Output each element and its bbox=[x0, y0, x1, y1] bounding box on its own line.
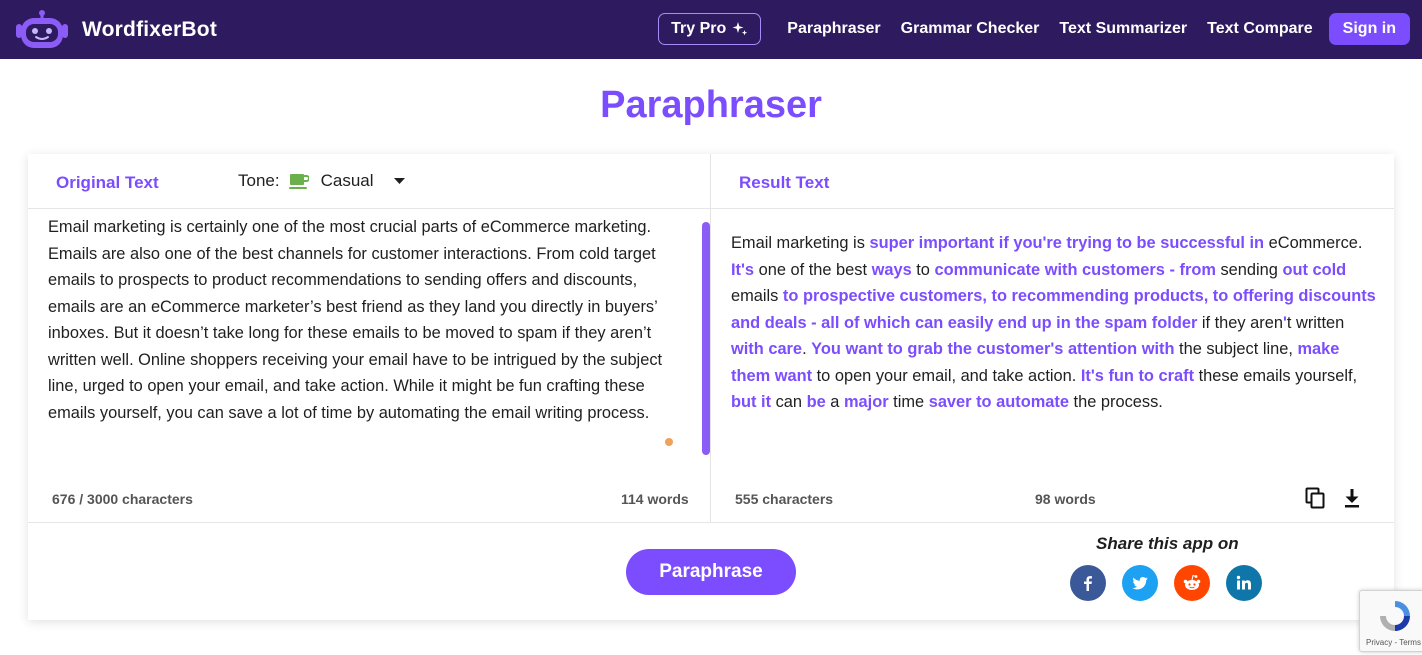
download-button[interactable] bbox=[1341, 487, 1363, 509]
result-char-count: 555 characters bbox=[735, 491, 834, 507]
original-word-count: 114 words bbox=[621, 491, 689, 507]
unchanged-phrase: if they aren bbox=[1197, 313, 1283, 332]
unchanged-phrase: emails bbox=[731, 287, 783, 305]
changed-phrase[interactable]: You want to grab the customer's attentio… bbox=[811, 340, 1174, 358]
try-pro-label: Try Pro bbox=[671, 20, 727, 37]
share-title: Share this app on bbox=[1096, 534, 1239, 553]
facebook-share-button[interactable] bbox=[1070, 565, 1106, 601]
sign-in-button[interactable]: Sign in bbox=[1328, 13, 1410, 45]
unchanged-phrase: can bbox=[771, 393, 807, 411]
result-text-output: Email marketing is super important if yo… bbox=[731, 230, 1381, 416]
tone-dropdown[interactable]: Tone: Casual bbox=[238, 171, 405, 191]
caret-down-icon bbox=[393, 178, 405, 184]
copy-button[interactable] bbox=[1304, 487, 1326, 509]
facebook-icon bbox=[1084, 576, 1092, 591]
changed-phrase[interactable]: out cold bbox=[1282, 261, 1346, 279]
linkedin-icon bbox=[1236, 575, 1251, 590]
recaptcha-links[interactable]: Privacy - Terms bbox=[1366, 638, 1421, 647]
brand-name: WordfixerBot bbox=[82, 17, 218, 41]
changed-phrase[interactable]: ways bbox=[872, 261, 912, 279]
robot-logo-icon bbox=[14, 7, 70, 52]
recaptcha-icon bbox=[1380, 601, 1410, 631]
page-title: Paraphraser bbox=[600, 84, 822, 126]
changed-phrase[interactable]: with care bbox=[731, 340, 802, 358]
nav-link-text-compare[interactable]: Text Compare bbox=[1207, 20, 1313, 38]
unchanged-phrase: the process. bbox=[1068, 393, 1163, 411]
linkedin-share-button[interactable] bbox=[1226, 565, 1262, 601]
unchanged-phrase: Email marketing is bbox=[731, 234, 870, 252]
changed-phrase[interactable]: be bbox=[807, 393, 826, 411]
original-char-count: 676 / 3000 characters bbox=[52, 491, 193, 507]
unchanged-phrase: sending bbox=[1215, 260, 1283, 279]
unchanged-phrase: t written bbox=[1286, 313, 1345, 332]
unchanged-phrase: . bbox=[802, 340, 812, 358]
reddit-icon bbox=[1183, 574, 1201, 590]
text-scrollbar[interactable] bbox=[702, 222, 710, 455]
sparkle-icon bbox=[732, 22, 748, 36]
changed-phrase[interactable]: communicate with customers - from bbox=[934, 261, 1215, 279]
twitter-share-button[interactable] bbox=[1122, 565, 1158, 601]
unchanged-phrase: to bbox=[911, 260, 935, 279]
recaptcha-badge[interactable]: Privacy - Terms bbox=[1359, 590, 1422, 652]
unchanged-phrase: these emails yourself, bbox=[1194, 366, 1358, 385]
original-text-input[interactable]: Email marketing is certainly one of the … bbox=[48, 214, 688, 426]
status-dot bbox=[665, 438, 673, 446]
column-divider bbox=[710, 154, 711, 522]
unchanged-phrase: one of the best bbox=[754, 260, 872, 279]
reddit-share-button[interactable] bbox=[1174, 565, 1210, 601]
footer-divider bbox=[28, 522, 1394, 523]
unchanged-phrase: time bbox=[888, 393, 929, 411]
changed-phrase[interactable]: major bbox=[844, 393, 889, 411]
nav-link-paraphraser[interactable]: Paraphraser bbox=[787, 20, 880, 38]
unchanged-phrase: a bbox=[825, 393, 844, 411]
result-text-tab: Result Text bbox=[739, 173, 830, 192]
copy-icon bbox=[1305, 487, 1325, 509]
tone-label: Tone: bbox=[238, 171, 280, 190]
try-pro-button[interactable]: Try Pro bbox=[658, 13, 762, 45]
nav-link-text-summarizer[interactable]: Text Summarizer bbox=[1059, 20, 1187, 38]
paraphraser-card: Original Text Tone: Casual Result Text E… bbox=[28, 154, 1394, 620]
changed-phrase[interactable]: saver to automate bbox=[929, 393, 1069, 411]
coffee-cup-icon bbox=[288, 174, 309, 189]
top-navbar: WordfixerBot Try Pro Paraphraser Grammar… bbox=[0, 0, 1422, 59]
paraphrase-button[interactable]: Paraphrase bbox=[626, 549, 796, 595]
header-divider bbox=[28, 208, 1394, 209]
unchanged-phrase: eCommerce. bbox=[1264, 234, 1363, 252]
changed-phrase[interactable]: It's bbox=[731, 261, 754, 279]
changed-phrase[interactable]: but it bbox=[731, 393, 771, 411]
nav-menu: Try Pro Paraphraser Grammar Checker Text… bbox=[658, 13, 1410, 45]
brand-link[interactable]: WordfixerBot bbox=[14, 7, 217, 52]
download-icon bbox=[1345, 489, 1359, 508]
unchanged-phrase: to open your email, and take action. bbox=[812, 366, 1081, 385]
tone-value: Casual bbox=[320, 171, 374, 190]
unchanged-phrase: the subject line, bbox=[1174, 340, 1298, 358]
original-text-tab[interactable]: Original Text bbox=[56, 173, 159, 193]
twitter-icon bbox=[1132, 576, 1148, 590]
nav-link-grammar-checker[interactable]: Grammar Checker bbox=[901, 20, 1040, 38]
changed-phrase[interactable]: It's fun to craft bbox=[1081, 367, 1194, 385]
result-word-count: 98 words bbox=[1035, 491, 1096, 507]
changed-phrase[interactable]: super important if you're trying to be s… bbox=[869, 234, 1264, 252]
